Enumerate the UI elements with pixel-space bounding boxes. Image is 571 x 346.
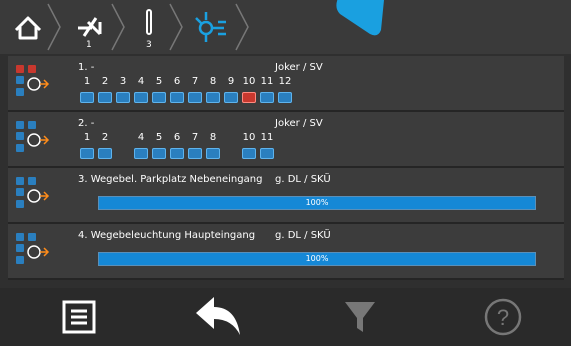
home-icon (14, 16, 42, 40)
channel[interactable]: 10 (240, 76, 258, 106)
lamp-ok-icon (152, 92, 166, 103)
channel[interactable]: 5 (150, 76, 168, 106)
channel[interactable]: 4 (132, 132, 150, 162)
breadcrumb-home[interactable] (8, 0, 48, 54)
breadcrumb-light[interactable]: 3 (130, 0, 170, 54)
lamp-ok-icon (278, 92, 292, 103)
lamp-group-icon (195, 12, 226, 42)
row-title: 4. Wegebeleuchtung Haupteingang (78, 230, 256, 241)
group-device-icon (16, 233, 50, 264)
back-button[interactable] (168, 288, 268, 346)
channel[interactable]: 2 (96, 76, 114, 106)
channel[interactable]: 11 (258, 76, 276, 106)
lamp-fault-icon (242, 92, 256, 103)
breadcrumb-light-num: 3 (146, 40, 152, 50)
list-item[interactable]: 4. Wegebeleuchtung Haupteingang g. DL / … (8, 224, 564, 280)
list-icon (62, 300, 96, 334)
progress-bar: 100% (98, 196, 536, 210)
list-button[interactable] (29, 288, 129, 346)
lamp-ok-icon (224, 92, 238, 103)
channel[interactable]: 10 (240, 132, 258, 162)
row-title: 1. - (78, 62, 95, 73)
progress-label: 100% (305, 198, 329, 207)
back-arrow-icon (196, 297, 240, 335)
channel[interactable]: 8 (204, 76, 222, 106)
filter-button[interactable] (310, 288, 410, 346)
lamp-ok-icon (98, 92, 112, 103)
row-type: Joker / SV (275, 118, 323, 129)
group-device-icon (16, 121, 50, 152)
lamp-ok-icon (170, 148, 184, 159)
channel[interactable]: 9 (222, 76, 240, 106)
list-item[interactable]: 2. - Joker / SV 1 2 4 5 6 7 8 10 11 (8, 112, 564, 168)
channel[interactable]: 11 (258, 132, 276, 162)
help-icon: ? (484, 298, 522, 336)
row-title: 3. Wegebel. Parkplatz Nebeneingang (78, 174, 263, 185)
lamp-ok-icon (134, 92, 148, 103)
lamp-ok-icon (152, 148, 166, 159)
lamp-ok-icon (116, 92, 130, 103)
row-type: g. DL / SKÜ (275, 174, 331, 185)
group-device-icon (16, 65, 50, 96)
channel[interactable]: 1 (78, 76, 96, 106)
channel[interactable]: 5 (150, 132, 168, 162)
lamp-ok-icon (80, 148, 94, 159)
lamp-ok-icon (206, 92, 220, 103)
lamp-ok-icon (206, 148, 220, 159)
lamp-ok-icon (98, 148, 112, 159)
list-item[interactable]: 3. Wegebel. Parkplatz Nebeneingang g. DL… (8, 168, 564, 224)
lamp-ok-icon (260, 92, 274, 103)
breadcrumb-switch[interactable]: 1 (70, 0, 110, 54)
channel[interactable]: 4 (132, 76, 150, 106)
channel[interactable]: 1 (78, 132, 96, 162)
breadcrumb-group[interactable] (188, 0, 234, 54)
channel[interactable]: 7 (186, 76, 204, 106)
progress-bar: 100% (98, 252, 536, 266)
channel[interactable]: 6 (168, 132, 186, 162)
group-device-icon (16, 177, 50, 208)
accent-tab (336, 0, 384, 36)
channel[interactable]: 7 (186, 132, 204, 162)
lamp-ok-icon (134, 148, 148, 159)
channel[interactable]: 12 (276, 76, 294, 106)
channel[interactable]: 3 (114, 76, 132, 106)
breadcrumb-bar: 1 3 (0, 0, 571, 54)
row-title: 2. - (78, 118, 95, 129)
help-button[interactable]: ? (453, 288, 553, 346)
svg-text:?: ? (497, 305, 509, 330)
lamp-ok-icon (188, 92, 202, 103)
lamp-ok-icon (242, 148, 256, 159)
row-type: g. DL / SKÜ (275, 230, 331, 241)
bottom-toolbar: ? (0, 288, 571, 346)
list-item[interactable]: 1. - Joker / SV 1 2 3 4 5 6 7 8 9 10 11 … (8, 56, 564, 112)
channel[interactable]: 2 (96, 132, 114, 162)
lamp-ok-icon (170, 92, 184, 103)
channel[interactable]: 6 (168, 76, 186, 106)
breadcrumb-switch-num: 1 (86, 40, 92, 50)
lamp-ok-icon (260, 148, 274, 159)
filter-icon (345, 302, 375, 332)
lamp-ok-icon (188, 148, 202, 159)
row-type: Joker / SV (275, 62, 323, 73)
progress-label: 100% (305, 254, 329, 263)
lamp-ok-icon (80, 92, 94, 103)
channel[interactable]: 8 (204, 132, 222, 162)
